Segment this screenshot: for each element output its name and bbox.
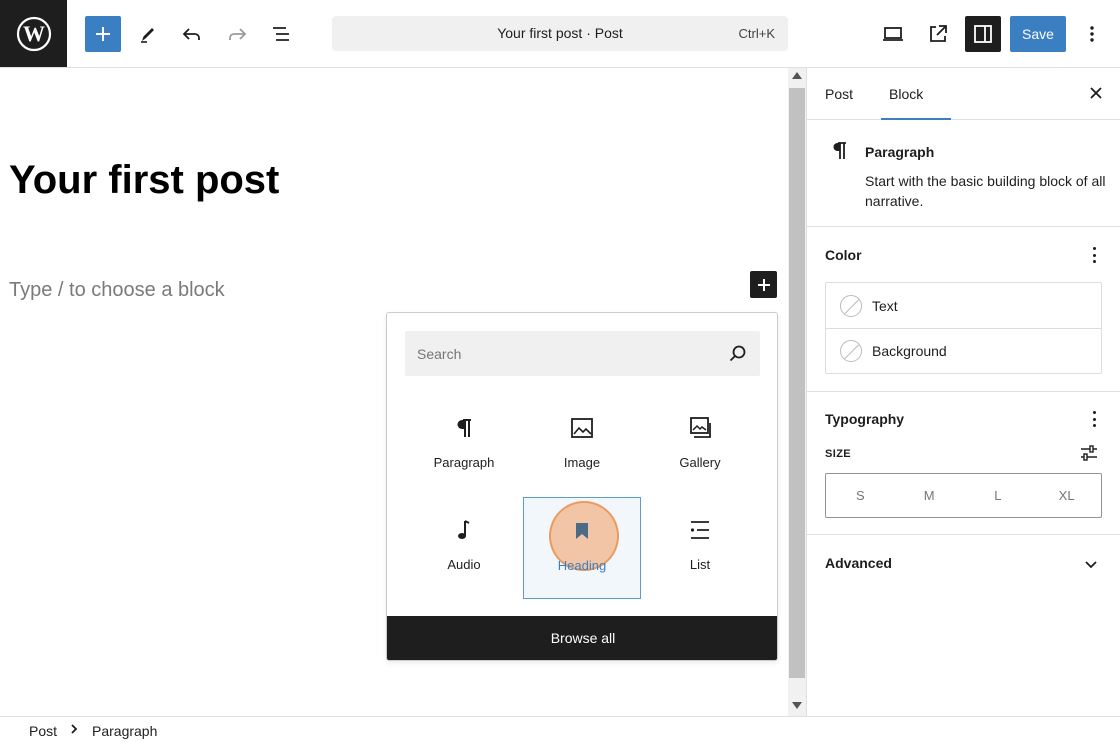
plus-icon [757,278,770,291]
paragraph-icon [831,141,847,166]
tools-pen-button[interactable] [130,16,166,52]
block-item-label: List [689,557,711,572]
undo-icon [182,28,200,40]
block-item-label: Heading [557,558,607,573]
close-sidebar-button[interactable] [1089,86,1103,105]
list-view-icon [273,27,289,41]
block-search-input[interactable] [405,331,715,376]
gallery-icon [688,415,712,441]
close-icon [1090,87,1102,99]
redo-icon [229,28,247,40]
chevron-down-icon[interactable] [1084,557,1098,575]
external-link-icon [930,25,947,42]
save-button[interactable]: Save [1010,16,1066,52]
options-menu-button[interactable] [1074,16,1110,52]
document-overview-button[interactable] [264,16,300,52]
browse-all-button[interactable]: Browse all [387,616,777,660]
color-settings-list: Text Background [825,282,1102,374]
preview-device-button[interactable] [875,16,911,52]
vertical-ellipsis-icon [1090,26,1094,42]
view-post-button[interactable] [920,16,956,52]
font-size-option-xl[interactable]: XL [1032,474,1101,517]
breadcrumb-item-post[interactable]: Post [29,723,57,739]
keyboard-shortcut-hint: Ctrl+K [738,26,775,41]
block-inserter-toggle-button[interactable] [85,16,121,52]
list-icon [689,517,711,543]
block-item-audio[interactable]: Audio [405,497,523,599]
chevron-right-icon [70,722,78,739]
typography-options-menu-icon[interactable] [1092,411,1096,427]
font-size-label: SIZE [825,448,852,460]
inline-add-block-button[interactable] [750,271,777,298]
block-item-paragraph[interactable]: Paragraph [405,395,523,497]
settings-sidebar: Post Block Paragraph Start with the basi… [806,68,1120,716]
color-panel-title: Color [825,247,862,263]
image-icon [570,415,594,441]
canvas-scrollbar[interactable] [788,68,806,716]
block-item-label: Image [563,455,601,470]
top-toolbar: W Your first post · Post Ctrl+K Save [0,0,1120,68]
typography-panel-title: Typography [825,411,905,427]
post-title[interactable]: Your first post [9,158,279,203]
paragraph-icon [455,415,473,441]
scroll-down-arrow-icon[interactable] [792,702,802,709]
block-card-title: Paragraph [865,144,935,160]
laptop-icon [883,27,903,41]
advanced-panel-toggle[interactable]: Advanced [825,555,892,571]
command-palette-bar[interactable]: Your first post · Post Ctrl+K [332,16,788,51]
tab-block-label: Block [889,86,924,102]
pen-icon [141,28,154,43]
block-search-box[interactable] [405,331,760,376]
color-item-label: Background [872,343,947,359]
block-item-heading[interactable]: Heading [523,497,641,599]
undo-button[interactable] [174,16,210,52]
sidebar-tabs: Post Block [807,68,1120,120]
font-size-option-s[interactable]: S [826,474,895,517]
heading-bookmark-icon [573,518,591,544]
block-card: Paragraph Start with the basic building … [807,120,1120,227]
empty-color-swatch-icon [840,340,862,362]
search-icon [729,345,746,362]
plus-icon [96,27,110,41]
redo-button[interactable] [219,16,255,52]
sliders-icon [1081,445,1097,461]
color-item-background[interactable]: Background [826,328,1101,373]
quick-inserter-popover: Paragraph Image Gallery Audio Heading Li… [386,312,778,661]
empty-color-swatch-icon [840,294,862,317]
empty-block-placeholder[interactable]: Type / to choose a block [9,279,225,302]
color-item-label: Text [872,297,898,314]
tab-post[interactable]: Post [825,68,853,120]
wordpress-logo-icon[interactable]: W [0,0,67,67]
svg-text:W: W [23,21,45,46]
font-size-option-m[interactable]: M [895,474,964,517]
block-item-label: Audio [447,557,481,572]
scrollbar-thumb[interactable] [789,88,805,678]
font-size-picker: S M L XL [825,473,1102,518]
block-item-list[interactable]: List [641,497,759,599]
breadcrumb-item-paragraph[interactable]: Paragraph [92,723,157,739]
block-item-gallery[interactable]: Gallery [641,395,759,497]
tab-block[interactable]: Block [881,68,951,120]
block-card-description: Start with the basic building block of a… [865,173,1106,209]
sidebar-panel-icon [974,25,992,43]
block-item-image[interactable]: Image [523,395,641,497]
scroll-up-arrow-icon[interactable] [792,72,802,79]
block-item-label: Paragraph [433,455,495,470]
settings-sidebar-toggle-button[interactable] [965,16,1001,52]
block-item-label: Gallery [679,455,721,470]
audio-icon [455,517,473,543]
font-size-option-l[interactable]: L [964,474,1033,517]
block-breadcrumb: Post Paragraph [0,716,1120,743]
color-options-menu-icon[interactable] [1092,247,1096,263]
color-item-text[interactable]: Text [826,283,1101,328]
document-title: Your first post · Post [497,25,623,41]
panel-divider [807,534,1120,535]
custom-size-toggle-button[interactable] [1080,445,1098,466]
panel-divider [807,391,1120,392]
